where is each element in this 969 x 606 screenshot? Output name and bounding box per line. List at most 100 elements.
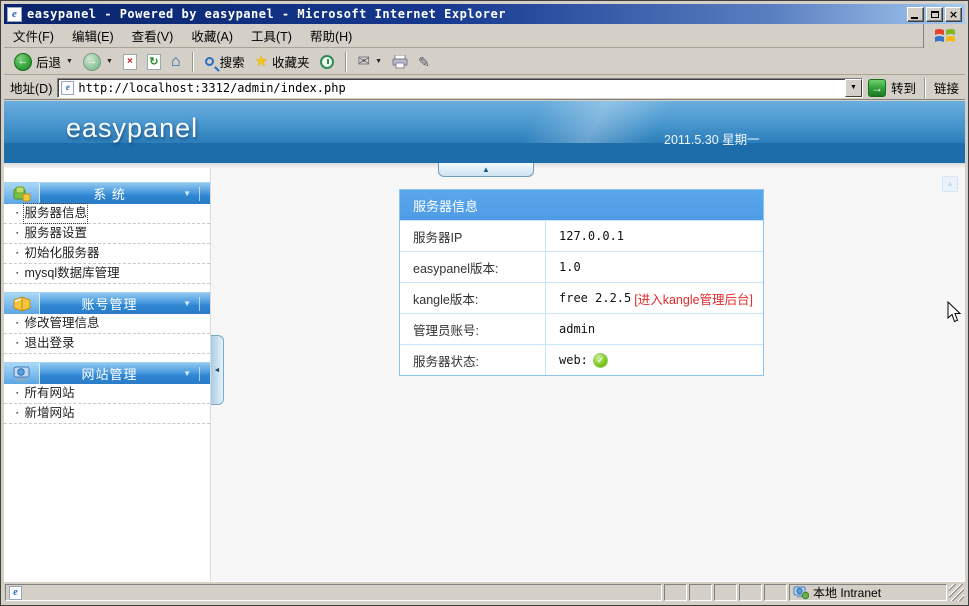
bullet-icon: ▪ bbox=[16, 404, 18, 423]
sidebar-item-server-settings[interactable]: ▪ 服务器设置 bbox=[4, 224, 210, 244]
sidebar-item-edit-admin-info[interactable]: ▪ 修改管理信息 bbox=[4, 314, 210, 334]
search-label: 搜索 bbox=[220, 52, 245, 71]
sidebar-item-init-server[interactable]: ▪ 初始化服务器 bbox=[4, 244, 210, 264]
mail-icon: ✉ bbox=[358, 54, 371, 69]
links-separator bbox=[924, 78, 926, 98]
sidebar-item-label: 新增网站 bbox=[24, 404, 74, 423]
address-input[interactable]: e http://localhost:3312/admin/index.php … bbox=[57, 78, 863, 98]
sidebar-item-server-info[interactable]: ▪ 服务器信息 bbox=[4, 204, 210, 224]
forward-icon: → bbox=[83, 53, 101, 71]
banner-collapse-tab[interactable]: ▲ bbox=[438, 163, 534, 177]
windows-logo-icon bbox=[923, 24, 965, 48]
sidebar-section-system[interactable]: 系 统 ▼ bbox=[4, 182, 210, 204]
resize-grip[interactable] bbox=[949, 584, 964, 601]
history-button[interactable] bbox=[316, 53, 338, 71]
sidebar-item-label: 修改管理信息 bbox=[24, 314, 99, 333]
back-icon: ← bbox=[14, 53, 32, 71]
browser-toolbar: ← 后退 ▼ → ▼ × ↻ ⌂ 搜索 ★ 收藏夹 ✉ bbox=[4, 49, 965, 75]
status-panel bbox=[689, 584, 712, 601]
sidebar-item-label: 所有网站 bbox=[24, 384, 74, 403]
sidebar-nav: 系 统 ▼ ▪ 服务器信息 ▪ 服务器设置 ▪ 初始化服务器 ▪ mysql数据… bbox=[4, 168, 211, 581]
system-box-icon bbox=[4, 183, 40, 204]
refresh-icon: ↻ bbox=[147, 54, 161, 70]
zone-label: 本地 Intranet bbox=[813, 584, 881, 601]
section-chevron-down-icon: ▼ bbox=[183, 189, 191, 198]
web-status-ok-icon: ✓ bbox=[593, 353, 608, 368]
back-label: 后退 bbox=[36, 52, 61, 71]
easypanel-logo: easypanel bbox=[66, 113, 198, 144]
sidebar-item-label: 退出登录 bbox=[24, 334, 74, 353]
menu-bar: 文件(F) 编辑(E) 查看(V) 收藏(A) 工具(T) 帮助(H) bbox=[4, 24, 965, 48]
minimize-button[interactable] bbox=[907, 7, 924, 22]
search-button[interactable]: 搜索 bbox=[201, 50, 249, 73]
row-value: 127.0.0.1 bbox=[546, 221, 763, 251]
mail-button[interactable]: ✉ ▼ bbox=[354, 52, 387, 71]
section-title: 系 统 bbox=[40, 184, 179, 203]
website-monitor-icon bbox=[4, 363, 40, 384]
favorites-label: 收藏夹 bbox=[272, 52, 310, 71]
address-dropdown-button[interactable]: ▼ bbox=[845, 79, 862, 97]
menu-edit[interactable]: 编辑(E) bbox=[63, 23, 123, 48]
url-text[interactable]: http://localhost:3312/admin/index.php bbox=[78, 81, 841, 95]
kangle-admin-link[interactable]: [进入kangle管理后台] bbox=[634, 289, 753, 308]
print-button[interactable] bbox=[388, 53, 412, 71]
sidebar-item-add-website[interactable]: ▪ 新增网站 bbox=[4, 404, 210, 424]
status-panel bbox=[664, 584, 687, 601]
security-zone-panel: 本地 Intranet bbox=[789, 584, 947, 601]
bullet-icon: ▪ bbox=[16, 264, 18, 283]
sidebar-section-account[interactable]: 账号管理 ▼ bbox=[4, 292, 210, 314]
mail-dropdown-icon[interactable]: ▼ bbox=[375, 58, 382, 65]
links-label[interactable]: 链接 bbox=[934, 78, 959, 97]
forward-dropdown-icon[interactable]: ▼ bbox=[106, 58, 113, 65]
home-button[interactable]: ⌂ bbox=[167, 52, 185, 72]
forward-button[interactable]: → ▼ bbox=[79, 51, 117, 73]
refresh-button[interactable]: ↻ bbox=[143, 52, 165, 72]
go-button[interactable]: → bbox=[868, 79, 886, 97]
menu-favorites[interactable]: 收藏(A) bbox=[182, 23, 242, 48]
page-content: ▲ ▲ 系 统 ▼ ▪ 服务器信息 bbox=[4, 163, 965, 581]
collapse-up-icon: ▲ bbox=[482, 166, 490, 174]
sidebar-section-website[interactable]: 网站管理 ▼ bbox=[4, 362, 210, 384]
favorites-button[interactable]: ★ 收藏夹 bbox=[251, 50, 314, 73]
status-ie-icon: e bbox=[9, 586, 22, 600]
sidebar-collapse-handle[interactable]: ◄ bbox=[211, 335, 224, 405]
window-title: easypanel - Powered by easypanel - Micro… bbox=[27, 7, 905, 21]
menu-file[interactable]: 文件(F) bbox=[4, 23, 63, 48]
bullet-icon: ▪ bbox=[16, 224, 18, 243]
close-button[interactable]: × bbox=[945, 7, 962, 22]
status-panel bbox=[714, 584, 737, 601]
toolbar-separator bbox=[192, 52, 194, 72]
history-icon bbox=[320, 55, 334, 69]
sidebar-item-logout[interactable]: ▪ 退出登录 bbox=[4, 334, 210, 354]
edit-button[interactable]: ✎ bbox=[414, 53, 434, 71]
stop-button[interactable]: × bbox=[119, 52, 141, 72]
home-icon: ⌂ bbox=[171, 54, 181, 70]
menu-help[interactable]: 帮助(H) bbox=[301, 23, 361, 48]
sidebar-item-label: mysql数据库管理 bbox=[24, 264, 119, 283]
bullet-icon: ▪ bbox=[16, 334, 18, 353]
search-icon bbox=[205, 57, 214, 66]
account-book-icon bbox=[4, 293, 40, 314]
edit-pencil-icon: ✎ bbox=[418, 55, 430, 69]
go-label[interactable]: 转到 bbox=[891, 78, 916, 97]
banner-date: 2011.5.30 星期一 bbox=[664, 129, 760, 148]
back-dropdown-icon[interactable]: ▼ bbox=[66, 58, 73, 65]
maximize-button[interactable] bbox=[926, 7, 943, 22]
scrollbar-up-button[interactable]: ▲ bbox=[942, 176, 958, 192]
favorites-star-icon: ★ bbox=[255, 54, 268, 69]
section-separator bbox=[199, 297, 200, 311]
row-value: admin bbox=[546, 314, 763, 344]
collapse-left-icon: ◄ bbox=[214, 367, 221, 374]
menu-view[interactable]: 查看(V) bbox=[123, 23, 183, 48]
toolbar-separator bbox=[345, 52, 347, 72]
browser-window: e easypanel - Powered by easypanel - Mic… bbox=[0, 0, 969, 606]
row-value: free 2.2.5 [进入kangle管理后台] bbox=[546, 283, 763, 313]
section-title: 账号管理 bbox=[40, 294, 179, 313]
bullet-icon: ▪ bbox=[16, 314, 18, 333]
sidebar-item-mysql-admin[interactable]: ▪ mysql数据库管理 bbox=[4, 264, 210, 284]
banner-dark-strip bbox=[4, 143, 965, 163]
sidebar-item-all-websites[interactable]: ▪ 所有网站 bbox=[4, 384, 210, 404]
menu-tools[interactable]: 工具(T) bbox=[242, 23, 301, 48]
section-separator bbox=[199, 367, 200, 381]
back-button[interactable]: ← 后退 ▼ bbox=[10, 50, 77, 73]
